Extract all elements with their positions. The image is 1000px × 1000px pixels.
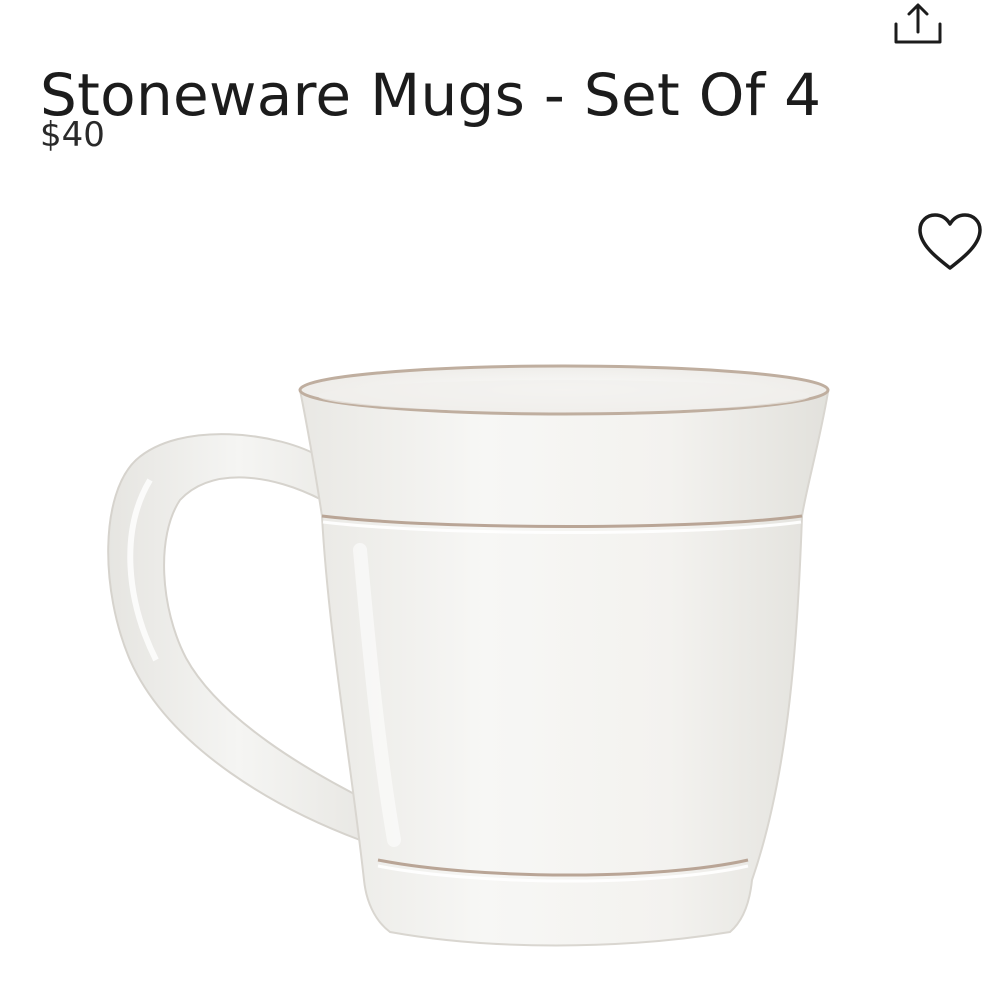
product-price: $40 <box>40 115 105 155</box>
product-image <box>60 340 860 980</box>
product-title: Stoneware Mugs - Set Of 4 <box>40 60 822 129</box>
favorite-button[interactable] <box>912 210 988 276</box>
share-icon <box>894 3 942 44</box>
product-detail-page: Stoneware Mugs - Set Of 4 $40 <box>0 0 1000 1000</box>
heart-outline-icon <box>918 213 982 270</box>
mug-illustration <box>107 364 830 947</box>
share-button[interactable] <box>888 0 948 50</box>
